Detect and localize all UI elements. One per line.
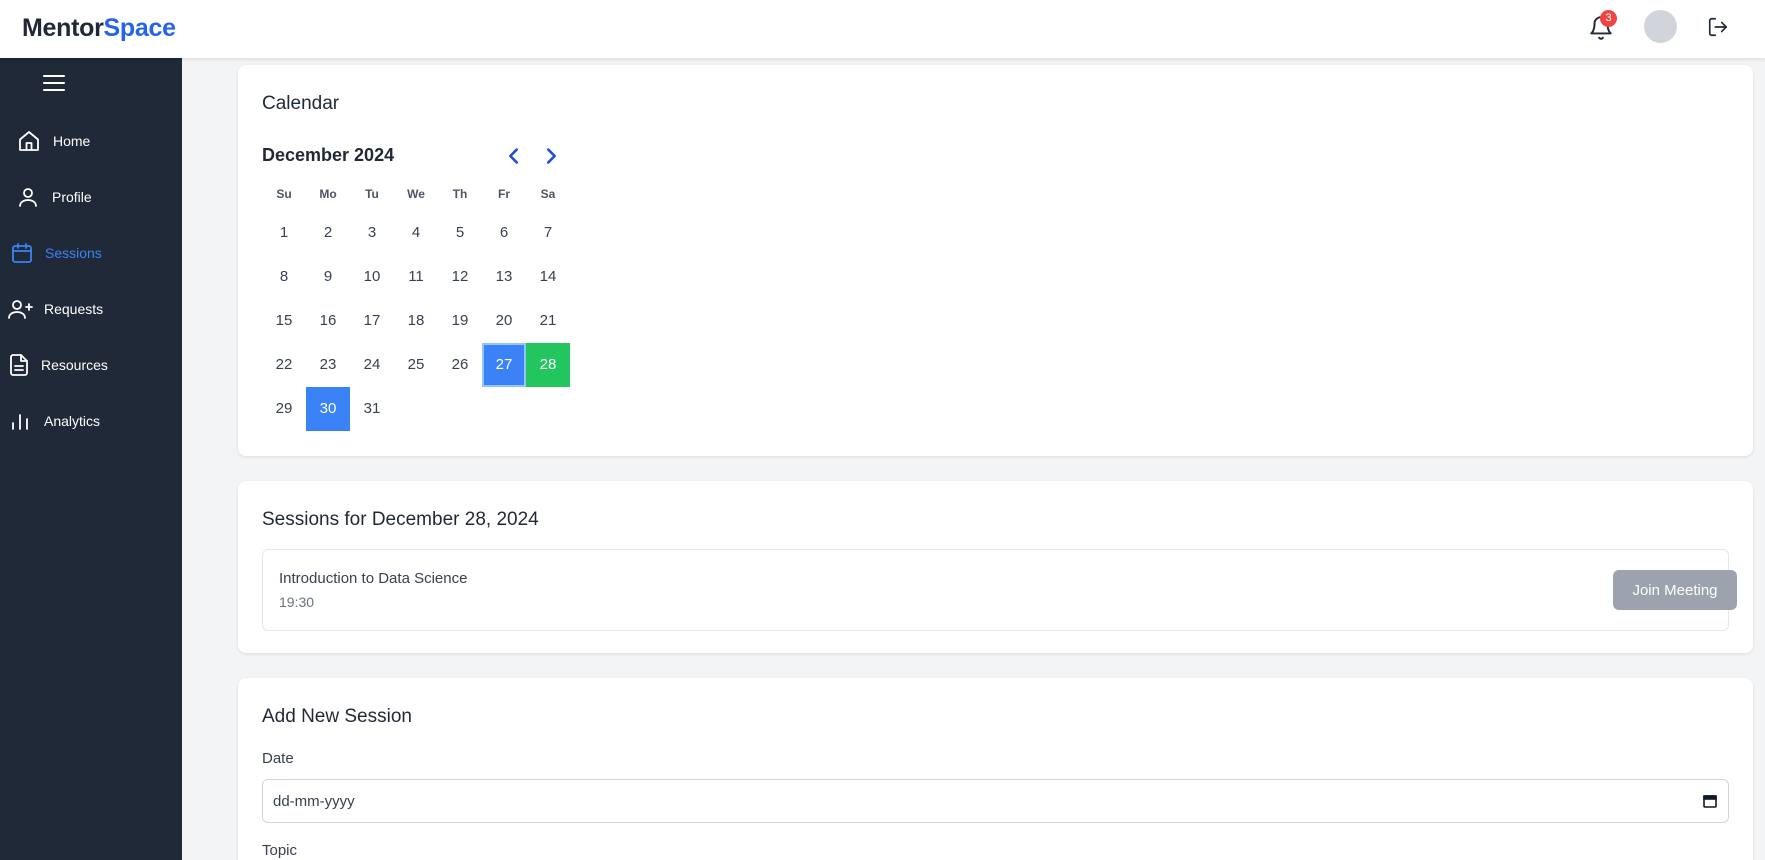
calendar-day[interactable]: 23 bbox=[306, 343, 350, 387]
weekday-header: We bbox=[407, 187, 425, 201]
weekday-header: Tu bbox=[365, 187, 379, 201]
home-icon bbox=[19, 131, 39, 151]
session-topic: Introduction to Data Science bbox=[279, 570, 468, 587]
calendar-day[interactable]: 20 bbox=[482, 299, 526, 343]
calendar-day[interactable]: 30 bbox=[306, 387, 350, 431]
add-session-card: Add New Session Date dd-mm-yyyy Topic bbox=[238, 678, 1753, 860]
calendar-day[interactable]: 28 bbox=[526, 343, 570, 387]
sidebar-item-label: Profile bbox=[52, 189, 92, 205]
calendar-day[interactable]: 27 bbox=[482, 343, 526, 387]
calendar-day[interactable]: 2 bbox=[306, 211, 350, 255]
calendar-day[interactable]: 4 bbox=[394, 211, 438, 255]
notification-badge: 3 bbox=[1600, 10, 1617, 27]
weekday-header: Sa bbox=[540, 187, 556, 201]
calendar-day[interactable]: 11 bbox=[394, 255, 438, 299]
user-plus-icon bbox=[8, 300, 33, 319]
session-item: Introduction to Data Science 19:30 Join … bbox=[262, 549, 1737, 631]
weekday-header: Mo bbox=[319, 187, 337, 201]
weekday-header: Fr bbox=[498, 187, 510, 201]
logo-text-space: Space bbox=[103, 14, 176, 42]
join-meeting-button[interactable]: Join Meeting bbox=[1613, 570, 1737, 610]
sessions-card: Sessions for December 28, 2024 Introduct… bbox=[238, 481, 1753, 653]
calendar-day[interactable]: 13 bbox=[482, 255, 526, 299]
weekday-header: Th bbox=[452, 187, 468, 201]
avatar[interactable] bbox=[1644, 10, 1677, 43]
sidebar-item-requests[interactable]: Requests bbox=[0, 289, 182, 329]
chevron-right-icon[interactable] bbox=[540, 145, 562, 167]
calendar-day[interactable]: 9 bbox=[306, 255, 350, 299]
document-icon bbox=[10, 354, 28, 376]
calendar-day[interactable]: 10 bbox=[350, 255, 394, 299]
month-label: December 2024 bbox=[262, 145, 395, 165]
calendar-day[interactable]: 12 bbox=[438, 255, 482, 299]
calendar-title: Calendar bbox=[262, 93, 340, 114]
calendar-day[interactable]: 16 bbox=[306, 299, 350, 343]
calendar-day[interactable]: 1 bbox=[262, 211, 306, 255]
calendar-day[interactable]: 18 bbox=[394, 299, 438, 343]
calendar-day[interactable]: 8 bbox=[262, 255, 306, 299]
sessions-title: Sessions for December 28, 2024 bbox=[262, 509, 539, 530]
sidebar-item-label: Requests bbox=[44, 301, 104, 317]
date-placeholder: dd-mm-yyyy bbox=[273, 793, 355, 810]
sidebar: Home Profile Sessions Requests Resources… bbox=[0, 58, 182, 860]
top-bar: MentorSpace 3 bbox=[0, 0, 1765, 58]
calendar-day[interactable]: 21 bbox=[526, 299, 570, 343]
calendar-day[interactable]: 7 bbox=[526, 211, 570, 255]
weekday-header: Su bbox=[276, 187, 292, 201]
sidebar-item-home[interactable]: Home bbox=[0, 121, 182, 161]
calendar-day[interactable]: 26 bbox=[438, 343, 482, 387]
session-time: 19:30 bbox=[279, 594, 315, 610]
calendar-day[interactable]: 24 bbox=[350, 343, 394, 387]
sidebar-item-sessions[interactable]: Sessions bbox=[0, 233, 182, 273]
logo-text-mentor: Mentor bbox=[22, 14, 104, 42]
chevron-left-icon[interactable] bbox=[503, 145, 525, 167]
calendar-day[interactable]: 31 bbox=[350, 387, 394, 431]
menu-icon[interactable] bbox=[43, 74, 65, 92]
calendar-day[interactable]: 22 bbox=[262, 343, 306, 387]
sidebar-item-label: Resources bbox=[41, 357, 108, 373]
app-logo[interactable]: MentorSpace bbox=[22, 14, 176, 43]
sidebar-item-label: Sessions bbox=[45, 245, 102, 261]
calendar-card: Calendar December 2024 Su Mo Tu We Th Fr Sa 12… bbox=[238, 65, 1753, 456]
bar-chart-icon bbox=[12, 414, 28, 430]
user-icon bbox=[19, 188, 37, 207]
date-field[interactable]: dd-mm-yyyy bbox=[262, 779, 1729, 823]
calendar-icon bbox=[12, 243, 32, 263]
topic-label: Topic bbox=[262, 842, 298, 859]
calendar-day[interactable]: 19 bbox=[438, 299, 482, 343]
calendar-day[interactable]: 17 bbox=[350, 299, 394, 343]
date-label: Date bbox=[262, 750, 294, 767]
calendar-picker-icon[interactable] bbox=[1702, 793, 1718, 809]
sidebar-item-profile[interactable]: Profile bbox=[0, 177, 182, 217]
calendar-day[interactable]: 15 bbox=[262, 299, 306, 343]
calendar-day[interactable]: 3 bbox=[350, 211, 394, 255]
sidebar-item-analytics[interactable]: Analytics bbox=[0, 401, 182, 441]
sidebar-item-label: Home bbox=[53, 133, 91, 149]
sidebar-item-resources[interactable]: Resources bbox=[0, 345, 182, 385]
calendar-day[interactable]: 29 bbox=[262, 387, 306, 431]
sidebar-item-label: Analytics bbox=[44, 413, 101, 429]
logout-icon[interactable] bbox=[1707, 16, 1729, 38]
calendar-day[interactable]: 25 bbox=[394, 343, 438, 387]
calendar-day[interactable]: 14 bbox=[526, 255, 570, 299]
calendar-day[interactable]: 5 bbox=[438, 211, 482, 255]
add-session-title: Add New Session bbox=[262, 706, 412, 727]
calendar-day[interactable]: 6 bbox=[482, 211, 526, 255]
